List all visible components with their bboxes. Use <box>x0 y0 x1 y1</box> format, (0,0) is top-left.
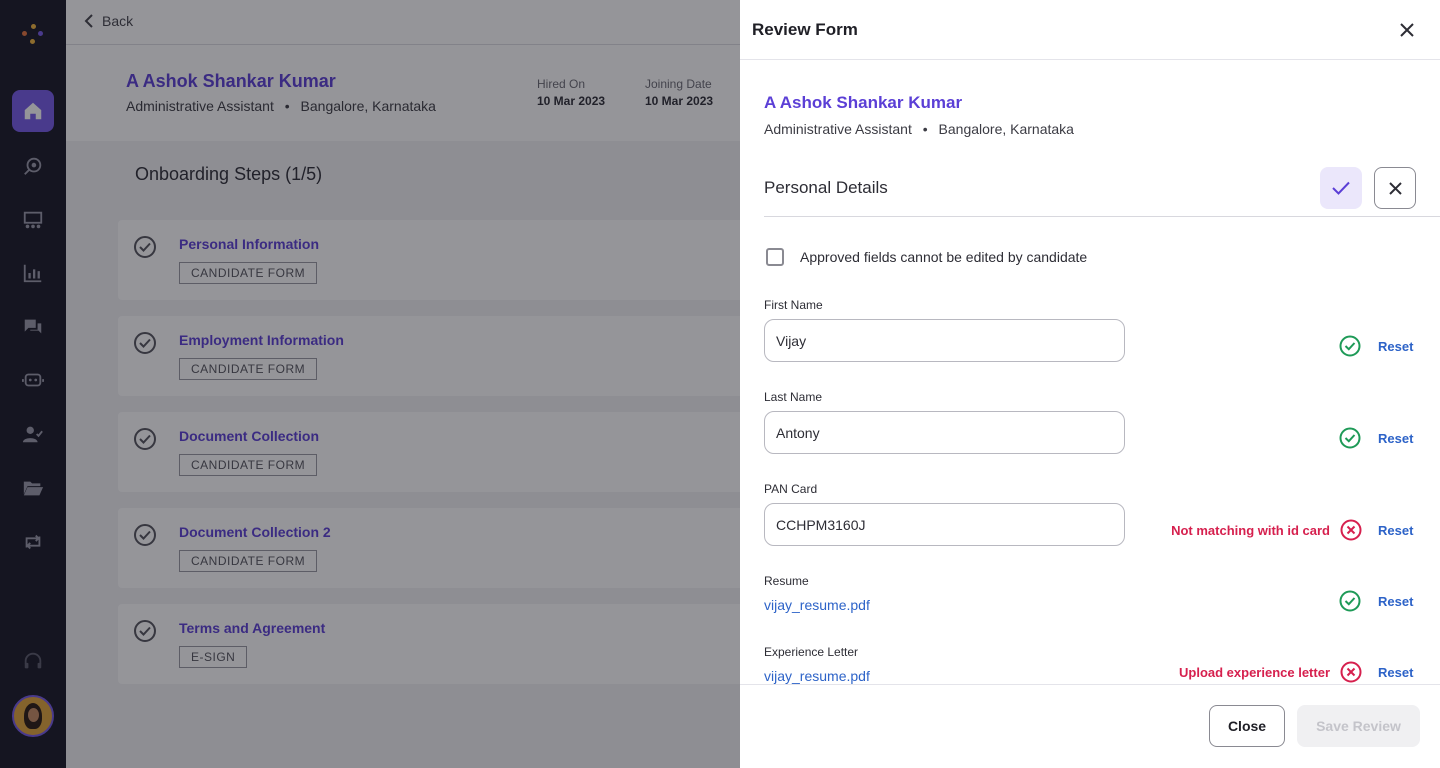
approved-lock-label: Approved fields cannot be edited by cand… <box>800 249 1088 265</box>
first-name-status <box>1339 335 1361 357</box>
review-drawer: Review Form A Ashok Shankar Kumar Admini… <box>740 0 1440 768</box>
close-icon <box>1400 23 1414 37</box>
pan-card-error-message: Not matching with id card <box>1171 522 1330 538</box>
drawer-candidate-meta: Administrative Assistant • Bangalore, Ka… <box>764 121 1074 137</box>
reject-section-button[interactable] <box>1374 167 1416 209</box>
drawer-footer: Close Save Review <box>740 684 1440 768</box>
drawer-close-button[interactable] <box>1396 19 1418 41</box>
resume-reset-link[interactable]: Reset <box>1378 594 1413 609</box>
last-name-reset-link[interactable]: Reset <box>1378 431 1413 446</box>
resume-label: Resume <box>764 574 809 588</box>
drawer-candidate-role: Administrative Assistant <box>764 121 912 137</box>
check-circle-icon <box>1339 590 1361 612</box>
experience-letter-status: Upload experience letter <box>1179 661 1362 683</box>
last-name-label: Last Name <box>764 390 823 404</box>
experience-letter-label: Experience Letter <box>764 645 859 659</box>
first-name-reset-link[interactable]: Reset <box>1378 339 1413 354</box>
modal-backdrop[interactable] <box>0 0 740 768</box>
drawer-header: Review Form <box>740 0 1440 60</box>
approve-section-button[interactable] <box>1320 167 1362 209</box>
save-review-button[interactable]: Save Review <box>1297 705 1420 747</box>
experience-letter-error-message: Upload experience letter <box>1179 664 1330 680</box>
last-name-status <box>1339 427 1361 449</box>
experience-letter-reset-link[interactable]: Reset <box>1378 665 1413 680</box>
close-icon <box>1388 181 1402 195</box>
pan-card-label: PAN Card <box>764 482 818 496</box>
close-button[interactable]: Close <box>1209 705 1285 747</box>
first-name-field[interactable]: Vijay <box>764 319 1125 362</box>
resume-status <box>1339 590 1361 612</box>
last-name-field[interactable]: Antony <box>764 411 1125 454</box>
section-divider <box>764 216 1440 217</box>
pan-card-field[interactable]: CCHPM3160J <box>764 503 1125 546</box>
check-icon <box>1332 181 1350 195</box>
error-circle-icon <box>1340 519 1362 541</box>
drawer-candidate-location: Bangalore, Karnataka <box>938 121 1074 137</box>
experience-letter-file-link[interactable]: vijay_resume.pdf <box>764 668 870 684</box>
error-circle-icon <box>1340 661 1362 683</box>
check-circle-icon <box>1339 427 1361 449</box>
resume-file-link[interactable]: vijay_resume.pdf <box>764 597 870 613</box>
approved-lock-option[interactable]: Approved fields cannot be edited by cand… <box>766 248 1087 266</box>
check-circle-icon <box>1339 335 1361 357</box>
drawer-title: Review Form <box>752 20 858 39</box>
approved-lock-checkbox[interactable] <box>766 248 784 266</box>
pan-card-status: Not matching with id card <box>1171 519 1362 541</box>
first-name-label: First Name <box>764 298 823 312</box>
drawer-candidate-name: A Ashok Shankar Kumar <box>764 93 963 112</box>
section-title: Personal Details <box>764 178 888 197</box>
pan-card-reset-link[interactable]: Reset <box>1378 523 1413 538</box>
meta-separator: • <box>922 121 928 137</box>
